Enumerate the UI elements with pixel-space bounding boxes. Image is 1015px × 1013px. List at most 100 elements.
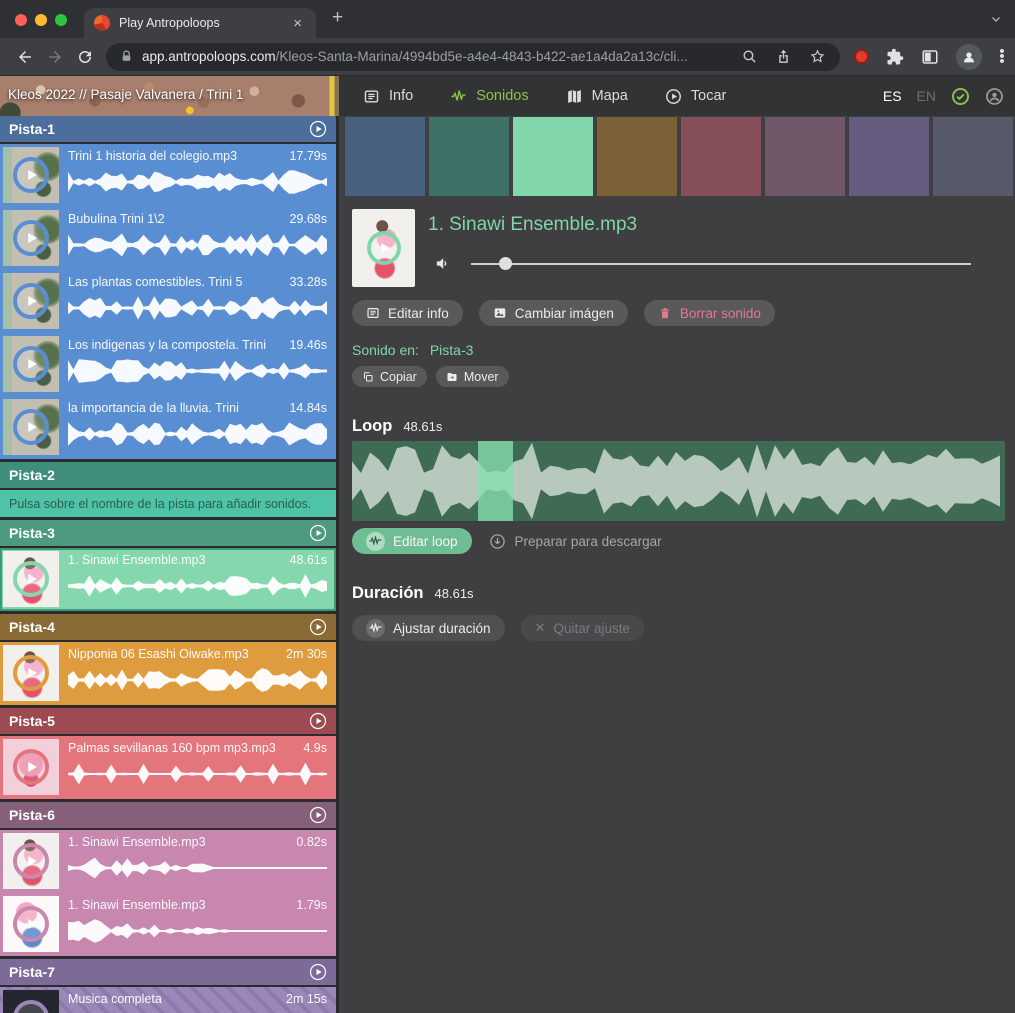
browser-tab[interactable]: Play Antropoloops × (84, 8, 316, 38)
track-name[interactable]: Pista-1 (9, 121, 55, 137)
extensions-puzzle-icon[interactable] (886, 48, 904, 66)
clip-thumbnail[interactable] (3, 399, 59, 455)
track-name[interactable]: Pista-4 (9, 619, 55, 635)
clip[interactable]: la importancia de la lluvia. Trini14.84s (0, 396, 336, 459)
volume-slider[interactable] (471, 263, 971, 265)
remove-adjust-button[interactable]: ✕ Quitar ajuste (521, 615, 644, 641)
color-swatch-4[interactable] (597, 117, 677, 196)
new-tab-button[interactable]: + (332, 7, 343, 29)
track-header[interactable]: Pista-6 (0, 802, 336, 828)
track-header[interactable]: Pista-7 (0, 959, 336, 985)
clip-thumbnail[interactable] (3, 210, 59, 266)
track-play-icon[interactable] (309, 524, 327, 542)
tab-close-icon[interactable]: × (289, 14, 306, 33)
copy-button[interactable]: Copiar (352, 366, 427, 387)
volume-thumb[interactable] (499, 257, 512, 270)
track-play-icon[interactable] (309, 618, 327, 636)
sound-in-track-link[interactable]: Pista-3 (430, 342, 474, 358)
tab-info[interactable]: Info (363, 88, 413, 105)
traffic-lights[interactable] (15, 14, 67, 26)
clip[interactable]: Musica completa2m 15s (0, 987, 336, 1013)
color-swatch-8[interactable] (933, 117, 1013, 196)
clip[interactable]: Los indigenas y la compostela. Trini19.4… (0, 333, 336, 396)
clip[interactable]: Bubulina Trini 1\229.68s (0, 207, 336, 270)
loop-selection[interactable] (478, 441, 513, 521)
tab-search-chevron-icon[interactable] (990, 13, 1002, 25)
track-header[interactable]: Pista-1 (0, 116, 336, 142)
minimize-window-button[interactable] (35, 14, 47, 26)
color-swatch-5[interactable] (681, 117, 761, 196)
color-swatch-6[interactable] (765, 117, 845, 196)
adjust-duration-button[interactable]: Ajustar duración (352, 615, 505, 641)
move-button[interactable]: Mover (436, 366, 509, 387)
zoom-window-button[interactable] (55, 14, 67, 26)
clip-thumbnail[interactable] (3, 273, 59, 329)
clip[interactable]: Nipponia 06 Esashi Oiwake.mp32m 30s (0, 642, 336, 705)
lang-es[interactable]: ES (883, 88, 902, 104)
clip[interactable]: Las plantas comestibles. Trini 533.28s (0, 270, 336, 333)
track-play-icon[interactable] (309, 120, 327, 138)
edit-loop-button[interactable]: Editar loop (352, 528, 472, 554)
record-extension-icon[interactable] (854, 49, 869, 64)
reload-button[interactable] (70, 42, 100, 72)
clip-play-icon[interactable] (13, 906, 49, 942)
clip[interactable]: Palmas sevillanas 160 bpm mp3.mp34.9s (0, 736, 336, 799)
clip-thumbnail[interactable] (3, 551, 59, 607)
breadcrumb[interactable]: Kleos 2022 // Pasaje Valvanera / Trini 1 (8, 87, 243, 102)
clip-thumbnail[interactable] (3, 896, 59, 952)
clip-play-icon[interactable] (13, 346, 49, 382)
clip-thumbnail[interactable] (3, 990, 59, 1013)
lang-en[interactable]: EN (917, 88, 936, 104)
speaker-icon[interactable] (434, 255, 451, 272)
color-swatch-3[interactable] (513, 117, 593, 196)
track-header[interactable]: Pista-5 (0, 708, 336, 734)
clip-play-icon[interactable] (13, 283, 49, 319)
side-panel-icon[interactable] (921, 48, 939, 66)
clip-thumbnail[interactable] (3, 833, 59, 889)
address-bar[interactable]: app.antropoloops.com /Kleos-Santa-Marina… (106, 43, 840, 71)
track-header[interactable]: Pista-2 (0, 462, 336, 488)
track-name[interactable]: Pista-3 (9, 525, 55, 541)
account-icon[interactable] (985, 87, 1004, 106)
profile-avatar[interactable] (956, 44, 982, 70)
track-header[interactable]: Pista-3 (0, 520, 336, 546)
change-image-button[interactable]: Cambiar imágen (479, 300, 628, 326)
clip-thumbnail[interactable] (3, 336, 59, 392)
clip-play-icon[interactable] (13, 843, 49, 879)
forward-button[interactable] (40, 42, 70, 72)
clip-play-icon[interactable] (13, 157, 49, 193)
clip[interactable]: Trini 1 historia del colegio.mp317.79s (0, 144, 336, 207)
bookmark-star-icon[interactable] (809, 48, 826, 65)
edit-info-button[interactable]: Editar info (352, 300, 463, 326)
track-play-icon[interactable] (309, 963, 327, 981)
clip[interactable]: 1. Sinawi Ensemble.mp31.79s (0, 893, 336, 956)
color-swatch-1[interactable] (345, 117, 425, 196)
track-name[interactable]: Pista-2 (9, 467, 55, 483)
sound-image[interactable] (352, 209, 415, 287)
tab-tocar[interactable]: Tocar (665, 88, 726, 105)
clip-thumbnail[interactable] (3, 739, 59, 795)
track-name[interactable]: Pista-6 (9, 807, 55, 823)
browser-menu-icon[interactable]: ••• (999, 49, 1005, 64)
close-window-button[interactable] (15, 14, 27, 26)
clip-play-icon[interactable] (13, 655, 49, 691)
prepare-download-button[interactable]: Preparar para descargar (489, 533, 662, 550)
back-button[interactable] (10, 42, 40, 72)
clip-thumbnail[interactable] (3, 645, 59, 701)
track-play-icon[interactable] (309, 806, 327, 824)
clip-play-icon[interactable] (13, 1000, 49, 1013)
map-thumbnail[interactable]: Kleos 2022 // Pasaje Valvanera / Trini 1 (0, 76, 339, 116)
clip[interactable]: 1. Sinawi Ensemble.mp348.61s (0, 548, 336, 611)
tab-sonidos[interactable]: Sonidos (450, 88, 528, 105)
share-icon[interactable] (775, 48, 792, 65)
zoom-lens-icon[interactable] (741, 48, 758, 65)
track-name[interactable]: Pista-7 (9, 964, 55, 980)
track-header[interactable]: Pista-4 (0, 614, 336, 640)
tab-mapa[interactable]: Mapa (566, 88, 628, 105)
status-check-icon[interactable] (951, 87, 970, 106)
track-play-icon[interactable] (309, 712, 327, 730)
color-swatch-2[interactable] (429, 117, 509, 196)
clip-thumbnail[interactable] (3, 147, 59, 203)
clip-play-icon[interactable] (13, 409, 49, 445)
delete-sound-button[interactable]: Borrar sonido (644, 300, 775, 326)
